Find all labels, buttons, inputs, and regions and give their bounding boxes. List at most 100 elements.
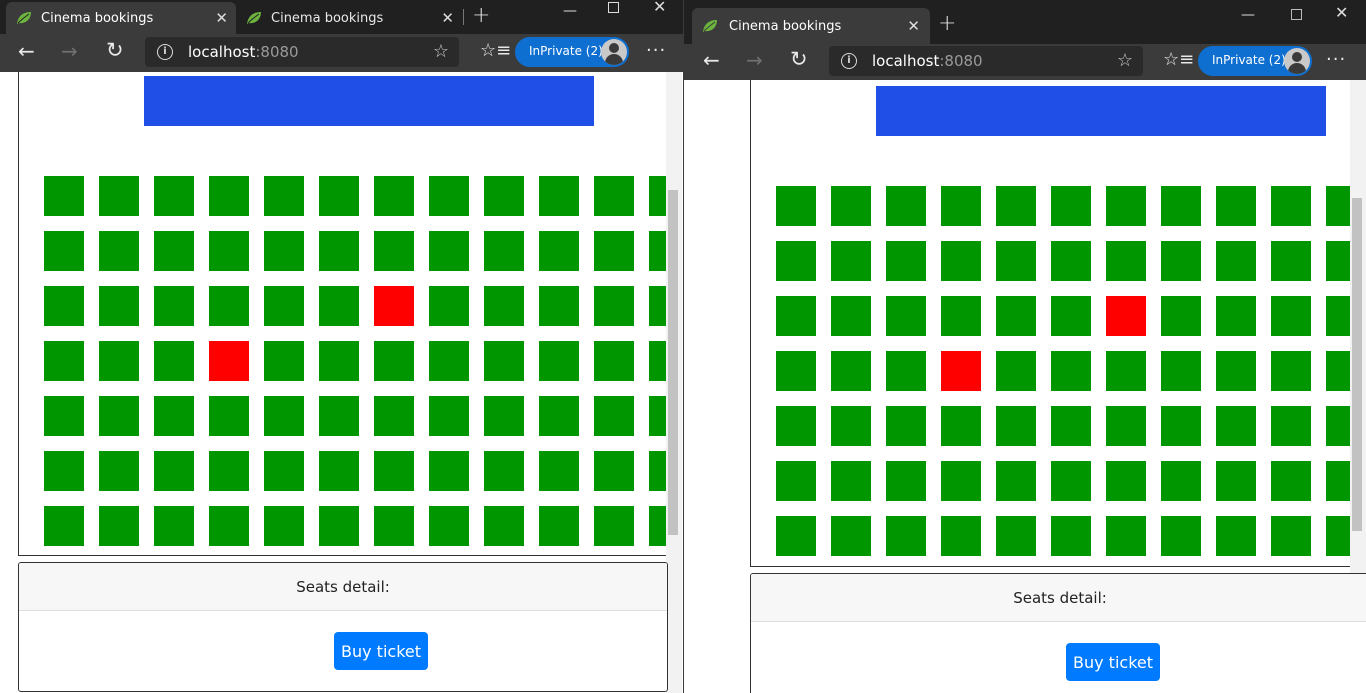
seat-available[interactable] <box>941 461 981 501</box>
seat-available[interactable] <box>264 506 304 546</box>
seat-available[interactable] <box>44 396 84 436</box>
seat-available[interactable] <box>374 506 414 546</box>
seat-available[interactable] <box>1106 186 1146 226</box>
more-icon[interactable]: ··· <box>1326 49 1346 70</box>
seat-available[interactable] <box>776 351 816 391</box>
seat-available[interactable] <box>429 396 469 436</box>
seat-available[interactable] <box>996 241 1036 281</box>
seat-available[interactable] <box>831 461 871 501</box>
tab-cinema-bookings[interactable]: Cinema bookings ✕ <box>236 2 462 34</box>
address-bar[interactable]: i localhost:8080 ☆ <box>145 37 459 67</box>
close-icon[interactable]: ✕ <box>215 9 228 27</box>
seat-available[interactable] <box>539 341 579 381</box>
seat-available[interactable] <box>594 506 634 546</box>
seat-available[interactable] <box>209 396 249 436</box>
seat-available[interactable] <box>319 231 359 271</box>
seat-available[interactable] <box>886 241 926 281</box>
seat-available[interactable] <box>429 286 469 326</box>
seat-available[interactable] <box>154 506 194 546</box>
seat-available[interactable] <box>996 461 1036 501</box>
seat-available[interactable] <box>1161 351 1201 391</box>
seat-available[interactable] <box>99 341 139 381</box>
seat-available[interactable] <box>264 396 304 436</box>
seat-available[interactable] <box>319 396 359 436</box>
plus-icon[interactable]: + <box>472 5 490 27</box>
seat-available[interactable] <box>1161 461 1201 501</box>
info-icon[interactable]: i <box>157 44 173 60</box>
seat-available[interactable] <box>319 506 359 546</box>
inprivate-button[interactable]: InPrivate (2) <box>1198 46 1312 76</box>
seat-available[interactable] <box>484 231 524 271</box>
seat-available[interactable] <box>1271 406 1311 446</box>
seat-available[interactable] <box>886 461 926 501</box>
seat-available[interactable] <box>44 506 84 546</box>
seat-available[interactable] <box>776 516 816 556</box>
seat-available[interactable] <box>831 406 871 446</box>
seat-available[interactable] <box>539 176 579 216</box>
seat-available[interactable] <box>1216 296 1256 336</box>
close-icon[interactable]: ✕ <box>441 9 454 27</box>
seat-available[interactable] <box>154 396 194 436</box>
seat-available[interactable] <box>539 231 579 271</box>
seat-available[interactable] <box>1271 186 1311 226</box>
seat-available[interactable] <box>209 231 249 271</box>
seat-available[interactable] <box>831 296 871 336</box>
seat-available[interactable] <box>594 396 634 436</box>
seat-available[interactable] <box>831 186 871 226</box>
seat-available[interactable] <box>1051 516 1091 556</box>
seat-available[interactable] <box>996 186 1036 226</box>
seat-available[interactable] <box>539 451 579 491</box>
seat-available[interactable] <box>154 286 194 326</box>
buy-ticket-button[interactable]: Buy ticket <box>1066 643 1160 681</box>
seat-available[interactable] <box>886 516 926 556</box>
seat-available[interactable] <box>374 231 414 271</box>
seat-available[interactable] <box>99 176 139 216</box>
maximize-icon[interactable] <box>608 2 619 13</box>
seat-available[interactable] <box>264 231 304 271</box>
seat-available[interactable] <box>1051 186 1091 226</box>
star-icon[interactable]: ☆ <box>1117 50 1133 71</box>
seat-available[interactable] <box>484 286 524 326</box>
seat-available[interactable] <box>429 341 469 381</box>
seat-available[interactable] <box>1161 186 1201 226</box>
seat-available[interactable] <box>1216 186 1256 226</box>
seat-available[interactable] <box>776 461 816 501</box>
seat-available[interactable] <box>996 406 1036 446</box>
minimize-icon[interactable]: — <box>563 4 577 18</box>
seat-available[interactable] <box>539 396 579 436</box>
seat-available[interactable] <box>209 451 249 491</box>
back-arrow-icon[interactable]: ← <box>703 50 720 70</box>
seat-available[interactable] <box>154 231 194 271</box>
seat-available[interactable] <box>1216 351 1256 391</box>
seat-available[interactable] <box>154 451 194 491</box>
seat-available[interactable] <box>996 516 1036 556</box>
back-arrow-icon[interactable]: ← <box>18 41 35 61</box>
seat-available[interactable] <box>941 186 981 226</box>
seat-available[interactable] <box>484 396 524 436</box>
seat-available[interactable] <box>594 286 634 326</box>
seat-available[interactable] <box>99 396 139 436</box>
seat-available[interactable] <box>1106 461 1146 501</box>
refresh-icon[interactable]: ↻ <box>106 40 124 61</box>
buy-ticket-button[interactable]: Buy ticket <box>334 632 428 670</box>
seat-available[interactable] <box>886 186 926 226</box>
seat-available[interactable] <box>429 176 469 216</box>
seat-available[interactable] <box>1051 241 1091 281</box>
seat-available[interactable] <box>1106 406 1146 446</box>
seat-available[interactable] <box>594 231 634 271</box>
seat-available[interactable] <box>941 296 981 336</box>
seat-available[interactable] <box>831 351 871 391</box>
seat-available[interactable] <box>44 231 84 271</box>
seat-available[interactable] <box>264 176 304 216</box>
seat-available[interactable] <box>941 406 981 446</box>
seat-available[interactable] <box>429 506 469 546</box>
seat-available[interactable] <box>1271 241 1311 281</box>
seat-available[interactable] <box>319 451 359 491</box>
seat-available[interactable] <box>1216 241 1256 281</box>
seat-available[interactable] <box>99 451 139 491</box>
seat-available[interactable] <box>374 176 414 216</box>
favorites-icon[interactable]: ☆≡ <box>1163 49 1194 70</box>
seat-available[interactable] <box>44 451 84 491</box>
seat-available[interactable] <box>1161 406 1201 446</box>
seat-available[interactable] <box>319 286 359 326</box>
